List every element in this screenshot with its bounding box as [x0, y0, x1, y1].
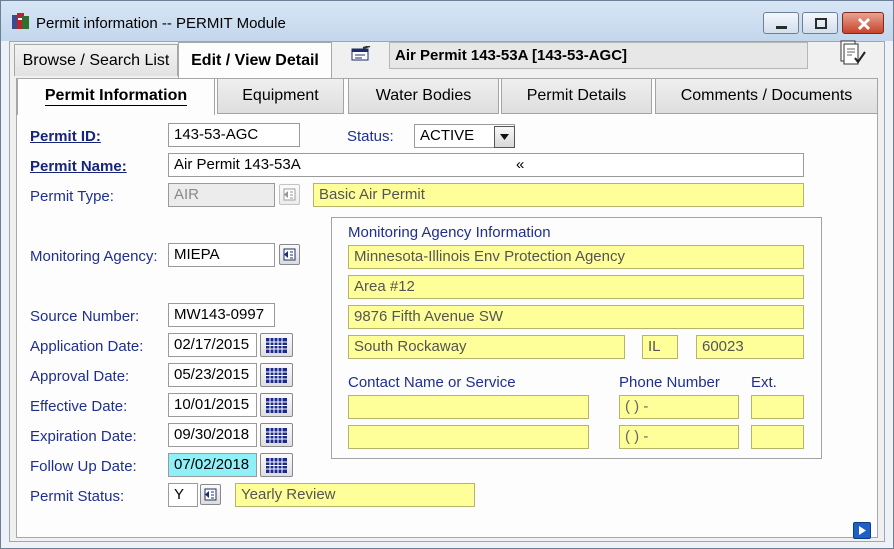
contact-phone-field-1[interactable]: ( ) - — [619, 395, 739, 419]
permit-window: Permit information -- PERMIT Module Brow… — [0, 0, 894, 549]
maximize-button[interactable] — [802, 12, 838, 34]
app-icon — [12, 13, 29, 29]
permit-id-label: Permit ID: — [30, 128, 101, 145]
monitoring-agency-lookup-button[interactable] — [279, 244, 300, 265]
contact-name-field-2[interactable] — [348, 425, 589, 449]
effective-date-label: Effective Date: — [30, 398, 128, 415]
close-button[interactable] — [842, 12, 884, 34]
follow-up-date-field[interactable]: 07/02/2018 — [168, 453, 257, 477]
subtab-comments-documents[interactable]: Comments / Documents — [655, 79, 878, 114]
client-area: Browse / Search List Edit / View Detail … — [9, 40, 885, 542]
permit-id-field[interactable]: 143-53-AGC — [168, 123, 300, 147]
permit-type-lookup-button — [279, 184, 300, 205]
permit-status-description: Yearly Review — [235, 483, 475, 507]
permit-name-value: Air Permit 143-53A — [174, 156, 301, 173]
maximize-icon — [815, 18, 827, 29]
contact-name-field-1[interactable] — [348, 395, 589, 419]
permit-type-code-field: AIR — [168, 183, 275, 207]
lookup-icon — [204, 488, 217, 501]
permit-name-field[interactable]: Air Permit 143-53A « — [168, 153, 804, 177]
monitoring-agency-label: Monitoring Agency: — [30, 248, 158, 265]
permit-name-label: Permit Name: — [30, 158, 127, 175]
minimize-icon — [776, 26, 787, 29]
agency-info-group: Monitoring Agency Information Minnesota-… — [331, 217, 822, 459]
tab-browse-search[interactable]: Browse / Search List — [14, 44, 178, 76]
subtab-permit-details[interactable]: Permit Details — [501, 79, 652, 114]
permit-status-lookup-button[interactable] — [200, 484, 221, 505]
detail-panel: Permit Information Equipment Water Bodie… — [16, 78, 878, 539]
expiration-date-label: Expiration Date: — [30, 428, 137, 445]
calendar-icon — [266, 458, 287, 473]
agency-name-field: Minnesota-Illinois Env Protection Agency — [348, 245, 804, 269]
subtab-water-bodies[interactable]: Water Bodies — [348, 79, 499, 114]
calendar-icon — [266, 338, 287, 353]
record-title: Air Permit 143-53A [143-53-AGC] — [389, 42, 808, 69]
contact-phone-field-2[interactable]: ( ) - — [619, 425, 739, 449]
tab-edit-view[interactable]: Edit / View Detail — [178, 42, 332, 78]
approval-date-calendar-button[interactable] — [260, 363, 293, 387]
phone-number-label: Phone Number — [619, 374, 720, 391]
contact-ext-field-1[interactable] — [751, 395, 804, 419]
agency-address1-field: Area #12 — [348, 275, 804, 299]
status-label: Status: — [347, 128, 394, 145]
subtab-permit-information[interactable]: Permit Information — [17, 79, 215, 115]
close-icon — [857, 17, 871, 31]
follow-up-date-calendar-button[interactable] — [260, 453, 293, 477]
approval-date-field[interactable]: 05/23/2015 — [168, 363, 257, 387]
application-date-calendar-button[interactable] — [260, 333, 293, 357]
minimize-button[interactable] — [763, 12, 799, 34]
source-number-field[interactable]: MW143-0997 — [168, 303, 275, 327]
lookup-icon — [283, 248, 296, 261]
contact-name-label: Contact Name or Service — [348, 374, 516, 391]
approval-date-label: Approval Date: — [30, 368, 130, 385]
agency-city-field: South Rockaway — [348, 335, 625, 359]
lookup-icon — [283, 188, 296, 201]
source-number-label: Source Number: — [30, 308, 140, 325]
permit-type-description: Basic Air Permit — [313, 183, 804, 207]
expiration-date-field[interactable]: 09/30/2018 — [168, 423, 257, 447]
ext-label: Ext. — [751, 374, 777, 391]
subtab-label: Permit Information — [44, 87, 188, 106]
status-dropdown-button[interactable] — [494, 126, 515, 148]
subtab-equipment[interactable]: Equipment — [217, 79, 344, 114]
edit-record-icon — [351, 46, 371, 61]
arrow-right-icon — [859, 526, 866, 535]
agency-zip-field: 60023 — [696, 335, 804, 359]
effective-date-field[interactable]: 10/01/2015 — [168, 393, 257, 417]
application-date-label: Application Date: — [30, 338, 144, 355]
window-title: Permit information -- PERMIT Module — [36, 15, 286, 32]
permit-status-label: Permit Status: — [30, 488, 125, 505]
expiration-date-calendar-button[interactable] — [260, 423, 293, 447]
calendar-icon — [266, 428, 287, 443]
effective-date-calendar-button[interactable] — [260, 393, 293, 417]
calendar-icon — [266, 398, 287, 413]
follow-up-date-label: Follow Up Date: — [30, 458, 137, 475]
agency-info-heading: Monitoring Agency Information — [348, 224, 551, 241]
report-check-icon[interactable] — [838, 40, 866, 66]
contact-ext-field-2[interactable] — [751, 425, 804, 449]
monitoring-agency-code-field[interactable]: MIEPA — [168, 243, 275, 267]
permit-name-marker: « — [516, 156, 525, 173]
agency-state-field: IL — [642, 335, 678, 359]
permit-status-code-field[interactable]: Y — [168, 483, 198, 507]
next-record-button[interactable] — [853, 522, 871, 539]
application-date-field[interactable]: 02/17/2015 — [168, 333, 257, 357]
calendar-icon — [266, 368, 287, 383]
title-bar[interactable]: Permit information -- PERMIT Module — [1, 1, 893, 41]
agency-address2-field: 9876 Fifth Avenue SW — [348, 305, 804, 329]
permit-type-label: Permit Type: — [30, 188, 114, 205]
chevron-down-icon — [500, 134, 509, 140]
